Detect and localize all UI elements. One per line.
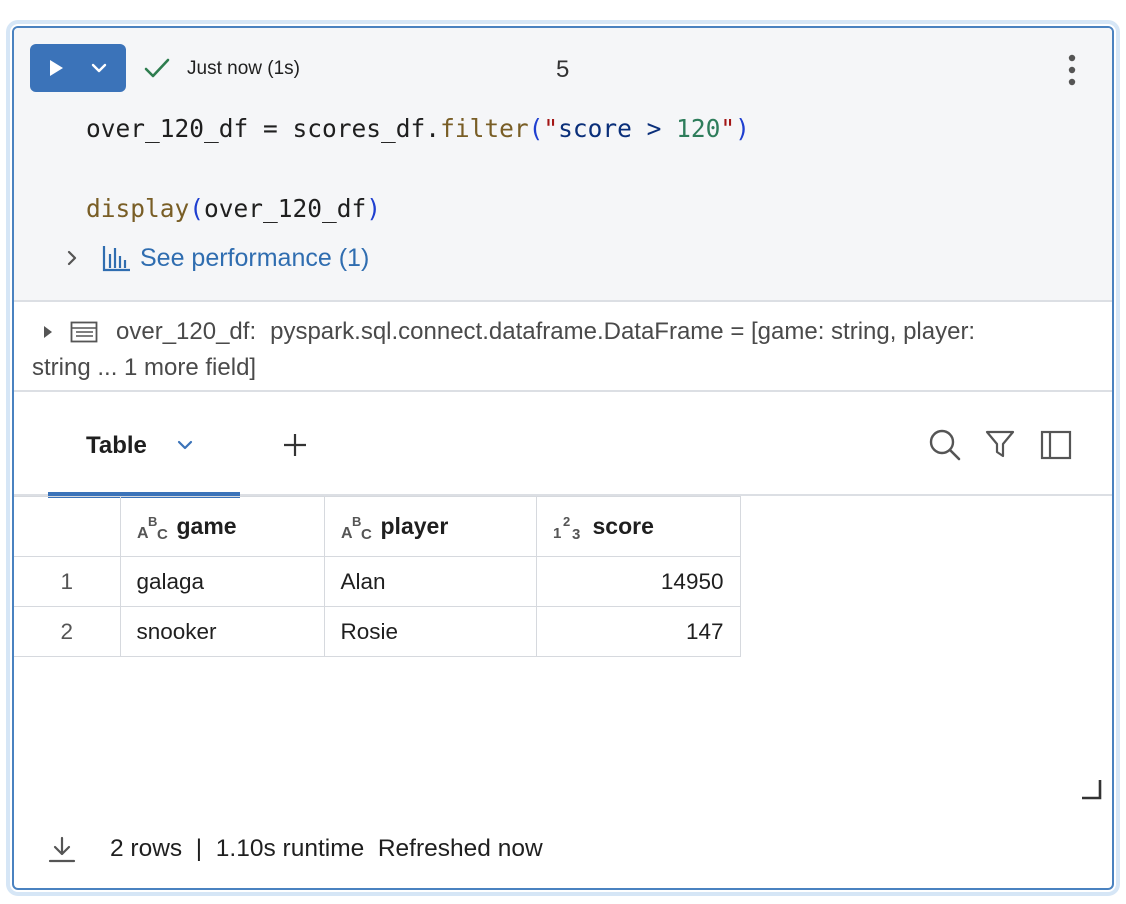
- results-table: A B C game A B C player 1 2 3 score 1 ga…: [14, 496, 741, 657]
- code-token: over_120_df: [204, 194, 367, 223]
- integer-type-icon: 1 2 3: [553, 514, 580, 540]
- see-performance-toggle[interactable]: See performance (1): [64, 242, 369, 274]
- table-cell[interactable]: galaga: [119, 556, 325, 607]
- chevron-right-icon[interactable]: [64, 249, 80, 267]
- table-cell[interactable]: 14950: [535, 556, 741, 607]
- play-icon[interactable]: [46, 58, 66, 78]
- code-token: 120: [676, 114, 721, 143]
- string-type-icon: A B C: [341, 514, 372, 540]
- bar-chart-icon: [102, 246, 130, 272]
- code-line-1[interactable]: over_120_df = scores_df.filter("score > …: [86, 114, 750, 143]
- tab-table-label: Table: [86, 432, 147, 459]
- caret-right-icon[interactable]: [42, 325, 54, 339]
- code-token: scores_df: [292, 114, 426, 143]
- code-editor-area[interactable]: Just now (1s) 5 over_120_df = scores_df.…: [14, 28, 1112, 302]
- table-cell[interactable]: Alan: [323, 556, 537, 607]
- code-token: ": [720, 114, 736, 143]
- dataframe-schema: over_120_df: pyspark.sql.connect.datafra…: [14, 304, 1112, 392]
- column-header-score[interactable]: 1 2 3 score: [535, 496, 741, 557]
- search-icon[interactable]: [928, 428, 962, 462]
- schema-type: pyspark.sql.connect.dataframe.DataFrame …: [270, 318, 976, 345]
- row-count: 2 rows: [110, 835, 183, 862]
- plus-icon[interactable]: [282, 432, 308, 458]
- code-token: (: [528, 114, 544, 143]
- row-index: 1: [14, 556, 121, 607]
- code-line-2[interactable]: display(over_120_df): [86, 194, 381, 223]
- svg-text:C: C: [361, 526, 372, 540]
- table-cell[interactable]: 147: [535, 606, 741, 657]
- notebook-cell: Just now (1s) 5 over_120_df = scores_df.…: [12, 26, 1114, 890]
- table-header-row: A B C game A B C player 1 2 3 score: [14, 496, 741, 557]
- svg-text:C: C: [157, 526, 168, 540]
- download-icon[interactable]: [48, 836, 76, 864]
- code-token: =: [248, 114, 293, 143]
- column-name: player: [380, 513, 449, 539]
- kebab-menu-icon[interactable]: [1066, 52, 1078, 88]
- string-type-icon: A B C: [137, 514, 168, 540]
- refreshed-status: Refreshed now: [377, 835, 543, 862]
- table-row[interactable]: 1 galaga Alan 14950: [14, 556, 741, 607]
- tab-table[interactable]: Table: [48, 394, 240, 498]
- run-cell-button[interactable]: [30, 44, 126, 92]
- code-token: .: [425, 114, 441, 143]
- code-token: display: [86, 194, 190, 223]
- runtime: 1.10s runtime: [215, 835, 365, 862]
- schema-type-continued: string ... 1 more field]: [32, 354, 257, 381]
- table-cell[interactable]: Rosie: [323, 606, 537, 657]
- column-header-player[interactable]: A B C player: [323, 496, 537, 557]
- column-header-game[interactable]: A B C game: [119, 496, 325, 557]
- svg-text:1: 1: [553, 525, 561, 540]
- execution-status: Just now (1s): [187, 58, 300, 79]
- svg-text:B: B: [148, 514, 157, 529]
- column-name: score: [592, 513, 654, 539]
- code-token: score >: [558, 114, 677, 143]
- code-token: (: [189, 194, 205, 223]
- svg-text:2: 2: [563, 514, 570, 529]
- svg-text:B: B: [352, 514, 361, 529]
- results-tab-bar: Table: [14, 394, 1112, 498]
- results-footer: 2 rows | 1.10s runtime Refreshed now: [14, 824, 1112, 874]
- schema-variable-name: over_120_df:: [116, 318, 257, 345]
- code-token: ": [543, 114, 559, 143]
- separator: |: [195, 835, 203, 862]
- see-performance-link[interactable]: See performance (1): [140, 244, 369, 273]
- filter-icon[interactable]: [984, 428, 1016, 460]
- chevron-down-icon[interactable]: [176, 438, 194, 452]
- column-name: game: [176, 513, 237, 539]
- row-index-header: [14, 496, 121, 557]
- results-summary: 2 rows | 1.10s runtime Refreshed now: [110, 835, 543, 863]
- code-token: ): [366, 194, 382, 223]
- svg-text:3: 3: [572, 526, 580, 540]
- table-cell[interactable]: snooker: [119, 606, 325, 657]
- chevron-down-icon[interactable]: [90, 59, 108, 77]
- table-schema-icon: [70, 321, 98, 343]
- row-index: 2: [14, 606, 121, 657]
- execution-count: 5: [556, 56, 570, 83]
- code-token: filter: [440, 114, 529, 143]
- check-icon: [144, 58, 170, 78]
- panel-icon[interactable]: [1040, 430, 1072, 460]
- resize-handle-icon[interactable]: [1080, 778, 1102, 800]
- code-token: over_120_df: [86, 114, 249, 143]
- table-row[interactable]: 2 snooker Rosie 147: [14, 606, 741, 657]
- code-token: ): [735, 114, 750, 143]
